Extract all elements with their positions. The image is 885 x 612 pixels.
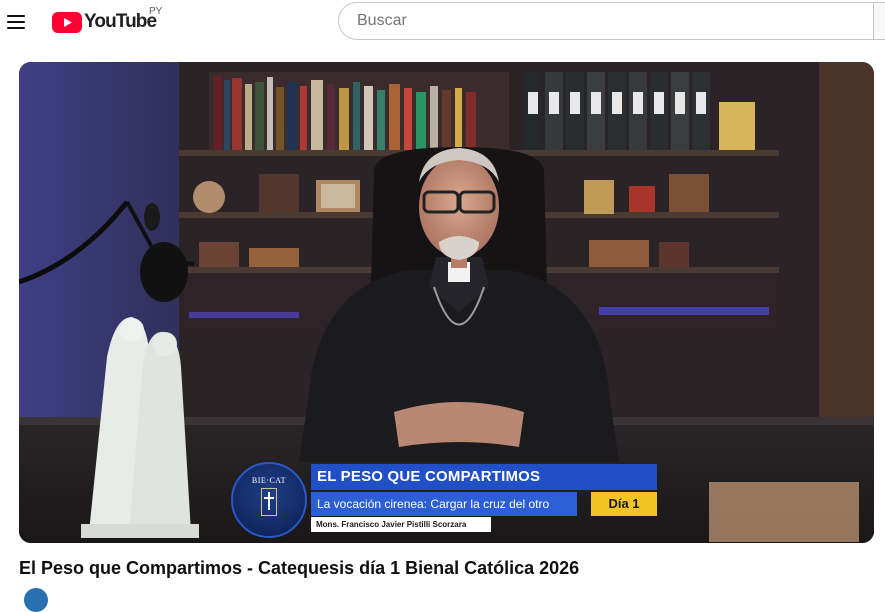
search-input[interactable] <box>355 11 873 31</box>
overlay-day: Día 1 <box>591 492 657 516</box>
overlay-title: EL PESO QUE COMPARTIMOS <box>311 464 657 490</box>
overlay-subtitle: La vocación cirenea: Cargar la cruz del … <box>311 492 577 516</box>
menu-bar-line <box>7 21 25 23</box>
video-caption-overlay: BIE·CAT EL PESO QUE COMPARTIMOS La vocac… <box>231 462 671 538</box>
logo-wordmark: YouTube <box>84 11 157 32</box>
overlay-speaker: Mons. Francisco Javier Pistilli Scorzara <box>311 517 491 532</box>
search-box[interactable] <box>338 2 873 40</box>
video-player[interactable]: BIE·CAT EL PESO QUE COMPARTIMOS La vocac… <box>19 62 874 543</box>
menu-bar-line <box>7 27 25 29</box>
badge-text: BIE·CAT <box>251 476 287 485</box>
bienal-badge: BIE·CAT <box>231 462 307 538</box>
cross-icon <box>261 488 277 516</box>
hamburger-menu-icon[interactable] <box>4 10 28 34</box>
youtube-logo[interactable]: YouTube <box>52 10 157 34</box>
youtube-play-icon <box>52 11 82 33</box>
menu-bar-line <box>7 15 25 17</box>
search-button[interactable] <box>873 2 885 40</box>
video-title: El Peso que Compartimos - Catequesis día… <box>19 558 580 578</box>
country-code: PY <box>149 6 163 17</box>
masthead: YouTube PY <box>0 0 885 44</box>
